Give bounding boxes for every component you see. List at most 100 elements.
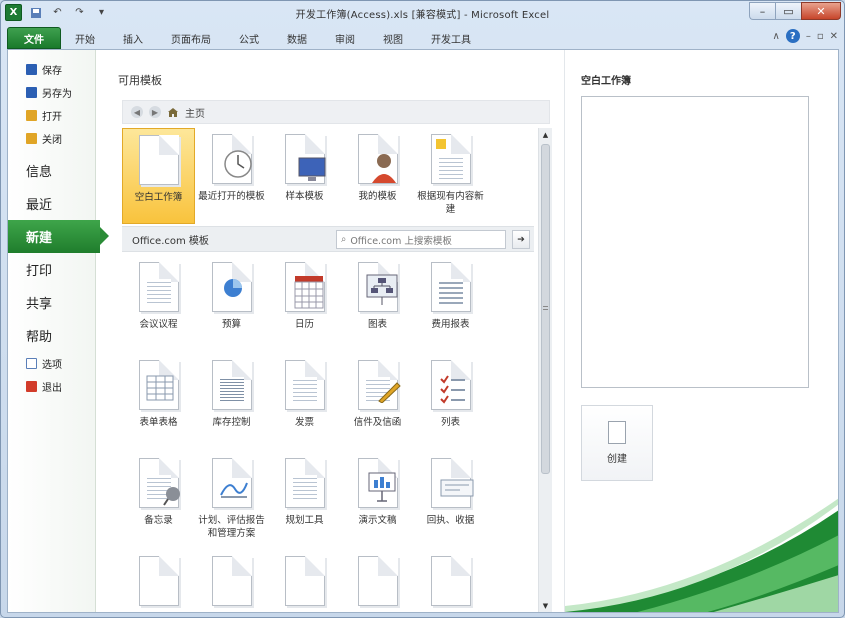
breadcrumb-home[interactable]: 主页 [185, 105, 205, 120]
template-budget[interactable]: 预算 [195, 256, 268, 354]
existing-document-icon [430, 134, 471, 184]
breadcrumb: ◀ ▶ 主页 [122, 100, 550, 124]
backstage-view: 保存 另存为 打开 关闭 信息 最近 新建 打印 共享 帮助 选项 退出 可用模… [7, 49, 839, 613]
template-presentations[interactable]: 演示文稿 [341, 452, 414, 550]
close-button[interactable]: ✕ [801, 2, 841, 20]
workbook-close-icon[interactable]: ✕ [830, 31, 838, 42]
receipt-icon [430, 458, 473, 508]
template-calendar[interactable]: 日历 [268, 256, 341, 354]
nav-exit[interactable]: 退出 [8, 375, 95, 398]
template-memo[interactable]: 备忘录 [122, 452, 195, 550]
tab-formulas[interactable]: 公式 [225, 27, 273, 49]
preview-pane: 空白工作簿 创建 [564, 50, 838, 612]
template-label: 预算 [221, 319, 241, 330]
template-blank-workbook[interactable]: 空白工作簿 [122, 128, 195, 224]
nav-options[interactable]: 选项 [8, 352, 95, 375]
template-label: 演示文稿 [358, 515, 397, 526]
person-document-icon [357, 134, 398, 184]
template-receipts[interactable]: 回执、收据 [414, 452, 487, 550]
template-inventory[interactable]: 库存控制 [195, 354, 268, 452]
nav-recent[interactable]: 最近 [8, 187, 95, 220]
tab-view[interactable]: 视图 [369, 27, 417, 49]
tab-home[interactable]: 开始 [61, 27, 109, 49]
template-recent[interactable]: 最近打开的模板 [195, 128, 268, 224]
pie-chart-icon [211, 262, 252, 312]
template-forms[interactable]: 表单表格 [122, 354, 195, 452]
ribbon-minimize-icon[interactable]: ∧ [773, 31, 780, 42]
template-expense-report[interactable]: 费用报表 [414, 256, 487, 354]
workbook-minimize-icon[interactable]: – [806, 31, 811, 42]
document-icon [430, 556, 471, 606]
scroll-down-icon[interactable]: ▼ [539, 599, 552, 612]
template-label: 列表 [440, 417, 460, 428]
template-chart[interactable]: 图表 [341, 256, 414, 354]
templates-scroll-area[interactable]: 空白工作簿 最近打开的模板 样本模板 我的模板 根据现有内容新建 Office.… [122, 128, 552, 612]
window-title: 开发工作簿(Access).xls [兼容模式] - Microsoft Exc… [295, 10, 550, 21]
template-more-3[interactable] [268, 550, 341, 612]
nav-exit-label: 退出 [42, 383, 62, 394]
local-templates: 空白工作簿 最近打开的模板 样本模板 我的模板 根据现有内容新建 [122, 128, 532, 224]
template-more-1[interactable] [122, 550, 195, 612]
template-sample[interactable]: 样本模板 [268, 128, 341, 224]
nav-print[interactable]: 打印 [8, 253, 95, 286]
workbook-restore-icon[interactable]: ▫ [817, 31, 824, 42]
home-icon[interactable] [167, 107, 179, 118]
document-icon [211, 556, 252, 606]
maximize-button[interactable]: ▭ [775, 2, 801, 20]
save-as-icon [26, 87, 37, 98]
template-letters[interactable]: 信件及信函 [341, 354, 414, 452]
template-more-4[interactable] [341, 550, 414, 612]
template-lists[interactable]: 列表 [414, 354, 487, 452]
tab-page-layout[interactable]: 页面布局 [157, 27, 225, 49]
nav-open[interactable]: 打开 [8, 104, 95, 127]
templates-scrollbar[interactable]: ▲ ▼ [538, 128, 552, 612]
template-planners[interactable]: 规划工具 [268, 452, 341, 550]
form-table-icon [138, 360, 179, 410]
template-from-existing[interactable]: 根据现有内容新建 [414, 128, 487, 224]
template-invoice[interactable]: 发票 [268, 354, 341, 452]
office-templates-bar: Office.com 模板 ⌕ Office.com 上搜索模板 ➔ [122, 226, 534, 252]
minimize-button[interactable]: – [749, 2, 775, 20]
expense-report-icon [430, 262, 471, 312]
title-bar: X ↶ ↷ ▾ 开发工作簿(Access).xls [兼容模式] - Micro… [1, 1, 844, 25]
nav-save-as[interactable]: 另存为 [8, 81, 95, 104]
tab-review[interactable]: 审阅 [321, 27, 369, 49]
tab-file[interactable]: 文件 [7, 27, 61, 49]
nav-help[interactable]: 帮助 [8, 319, 95, 352]
template-more-2[interactable] [195, 550, 268, 612]
tab-insert[interactable]: 插入 [109, 27, 157, 49]
back-arrow-icon[interactable]: ◀ [131, 106, 143, 118]
letter-pen-icon [357, 360, 401, 410]
template-label: 表单表格 [139, 417, 178, 428]
preview-title: 空白工作簿 [581, 76, 631, 87]
exit-icon [26, 381, 37, 392]
template-agenda[interactable]: 会议议程 [122, 256, 195, 354]
forward-arrow-icon[interactable]: ▶ [149, 106, 161, 118]
template-label: 费用报表 [431, 319, 470, 330]
template-my-templates[interactable]: 我的模板 [341, 128, 414, 224]
template-plans[interactable]: 计划、评估报告和管理方案 [195, 452, 268, 550]
ribbon-tabs: 文件 开始 插入 页面布局 公式 数据 审阅 视图 开发工具 ∧ ? – ▫ ✕ [1, 25, 844, 49]
tab-data[interactable]: 数据 [273, 27, 321, 49]
window-controls: – ▭ ✕ [749, 2, 841, 20]
create-button[interactable]: 创建 [581, 405, 653, 481]
template-label: 信件及信函 [353, 417, 402, 428]
office-search-input[interactable]: ⌕ Office.com 上搜索模板 [336, 230, 506, 249]
new-document-icon [608, 421, 626, 444]
save-icon [26, 64, 37, 75]
nav-close[interactable]: 关闭 [8, 127, 95, 150]
scroll-up-icon[interactable]: ▲ [539, 128, 552, 141]
nav-new[interactable]: 新建 [8, 220, 109, 253]
nav-open-label: 打开 [42, 112, 62, 123]
memo-pin-icon [138, 458, 180, 508]
template-more-5[interactable] [414, 550, 487, 612]
search-go-button[interactable]: ➔ [512, 230, 530, 249]
office-search-placeholder: Office.com 上搜索模板 [350, 235, 452, 247]
nav-save[interactable]: 保存 [8, 58, 95, 81]
tab-developer[interactable]: 开发工具 [417, 27, 485, 49]
nav-options-label: 选项 [42, 360, 62, 371]
help-icon[interactable]: ? [785, 29, 800, 43]
preview-box [581, 96, 809, 388]
nav-info[interactable]: 信息 [8, 154, 95, 187]
nav-share[interactable]: 共享 [8, 286, 95, 319]
